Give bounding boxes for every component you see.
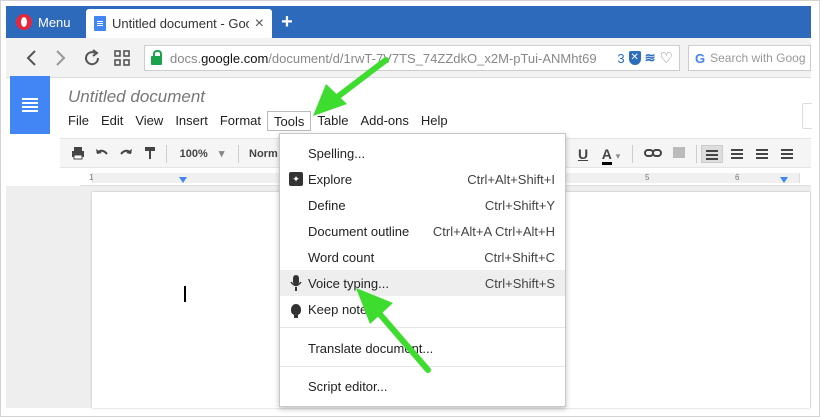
lightbulb-icon [288,301,304,318]
menu-item-document-outline[interactable]: Document outline Ctrl+Alt+A Ctrl+Alt+H [280,218,565,244]
menu-item-label: Spelling... [308,145,366,161]
lock-icon [151,50,162,65]
menu-item-label: Word count [308,249,375,265]
redo-icon[interactable] [116,145,136,163]
menu-item-word-count[interactable]: Word count Ctrl+Shift+C [280,244,565,270]
text-color-button[interactable]: A ▾ [598,145,624,165]
menu-item-voice-typing[interactable]: Voice typing... Ctrl+Shift+S [280,270,565,296]
microphone-icon [288,275,304,291]
align-left-lines [706,150,718,160]
docs-home-icon[interactable] [10,76,50,134]
search-field[interactable]: G Search with Goog [688,45,811,71]
speed-dial-icon[interactable] [110,46,134,70]
menu-insert[interactable]: Insert [169,111,214,131]
docs-favicon-icon [94,16,106,31]
menu-item-label: Translate document... [308,340,434,356]
url-host: google.com [201,50,269,66]
menu-item-shortcut: Ctrl+Alt+Shift+I [467,171,555,187]
align-left-icon[interactable] [701,145,723,163]
menu-item-translate-document[interactable]: Translate document... [280,335,565,361]
menu-item-shortcut: Ctrl+Alt+A Ctrl+Alt+H [432,223,555,239]
reload-icon[interactable] [80,46,104,70]
ruler-label: 1 [89,173,94,182]
menu-item-explore[interactable]: ✦ Explore Ctrl+Alt+Shift+I [280,166,565,192]
menu-tools[interactable]: Tools [267,111,312,131]
share-button-edge[interactable] [802,103,812,129]
chevron-down-icon: ▾ [615,151,621,161]
menu-separator [280,366,565,367]
paint-format-icon[interactable] [140,145,160,163]
link-icon[interactable] [642,145,664,163]
menu-help[interactable]: Help [415,111,454,131]
align-justify-lines [781,149,793,159]
menu-item-spelling[interactable]: Spelling... [280,140,565,166]
text-cursor [184,286,186,302]
tab-title: Untitled document - Goog [112,16,249,31]
menu-item-label: Explore [308,171,353,187]
stack-icon[interactable]: ≋ [645,50,656,66]
docs-menu-bar: File Edit View Insert Format Tools Table… [62,111,454,131]
heart-icon[interactable]: ♡ [660,49,673,67]
explore-icon: ✦ [288,171,304,187]
opera-menu-label: Menu [38,14,71,30]
menu-item-label: Keep note [308,301,368,317]
ruler-label: 6 [735,173,740,182]
underline-button[interactable]: U [576,145,590,163]
url-prefix: docs. [170,50,202,66]
menu-edit[interactable]: Edit [95,111,129,131]
menu-view[interactable]: View [129,111,169,131]
opera-menu-button[interactable]: Menu [6,6,79,38]
menu-file[interactable]: File [62,111,95,131]
align-right-lines [756,149,768,159]
menu-item-script-editor[interactable]: Script editor... [280,373,565,399]
align-center-lines [731,149,743,159]
comment-icon[interactable] [668,145,690,163]
text-color-glyph: A [601,146,612,165]
opera-logo-icon [16,14,32,30]
menu-item-label: Document outline [308,223,410,239]
forward-icon[interactable] [48,46,72,70]
chevron-down-icon: ▾ [218,148,225,160]
align-justify-icon[interactable] [776,145,798,163]
address-bar-icons: 3 ✕ ≋ ♡ [611,49,679,67]
menu-item-keep-notepad[interactable]: Keep note [280,296,565,322]
menu-item-define[interactable]: Define Ctrl+Shift+Y [280,192,565,218]
menu-table[interactable]: Table [311,111,354,131]
menu-item-label: Define [308,197,346,213]
document-title[interactable]: Untitled document [68,87,205,107]
align-center-icon[interactable] [726,145,748,163]
menu-item-shortcut: Ctrl+Shift+Y [484,197,555,213]
align-right-icon[interactable] [751,145,773,163]
toolbar-divider [166,145,167,163]
ruler-label: 5 [645,173,650,182]
google-search-icon: G [695,50,706,66]
toolbar-divider [238,145,239,163]
menu-item-shortcut: Ctrl+Shift+C [484,249,555,265]
shield-icon[interactable]: ✕ [628,51,641,65]
menu-add-ons[interactable]: Add-ons [354,111,414,131]
address-bar[interactable]: docs.google.com/document/d/1rwT-7V7TS_74… [144,45,680,71]
menu-item-label: Script editor... [308,378,388,394]
undo-icon[interactable] [92,145,112,163]
menu-item-label: Voice typing... [308,275,389,291]
new-tab-button[interactable]: + [276,11,298,33]
zoom-select[interactable]: 100% ▾ [175,145,229,163]
browser-tab-bar: Menu Untitled document - Goog × + [6,6,811,38]
zoom-value: 100% [179,148,208,160]
menu-item-shortcut: Ctrl+Shift+S [484,275,555,291]
back-icon[interactable] [20,46,44,70]
print-icon[interactable] [68,145,88,163]
toolbar-divider [632,145,633,163]
browser-nav-bar: docs.google.com/document/d/1rwT-7V7TS_74… [6,38,811,78]
menu-format[interactable]: Format [214,111,267,131]
url-badge: 3 [617,50,625,66]
tools-menu-dropdown: Spelling... ✦ Explore Ctrl+Alt+Shift+I D… [279,133,566,407]
close-tab-icon[interactable]: × [255,15,264,32]
url-path: /document/d/1rwT-7V7TS_74ZZdkO_x2M-pTui-… [268,50,597,66]
menu-separator [280,327,565,328]
url-text: docs.google.com/document/d/1rwT-7V7TS_74… [170,51,611,66]
browser-tab-active[interactable]: Untitled document - Goog × [86,9,272,38]
toolbar-divider [696,145,697,163]
search-placeholder: Search with Goog [710,51,806,65]
